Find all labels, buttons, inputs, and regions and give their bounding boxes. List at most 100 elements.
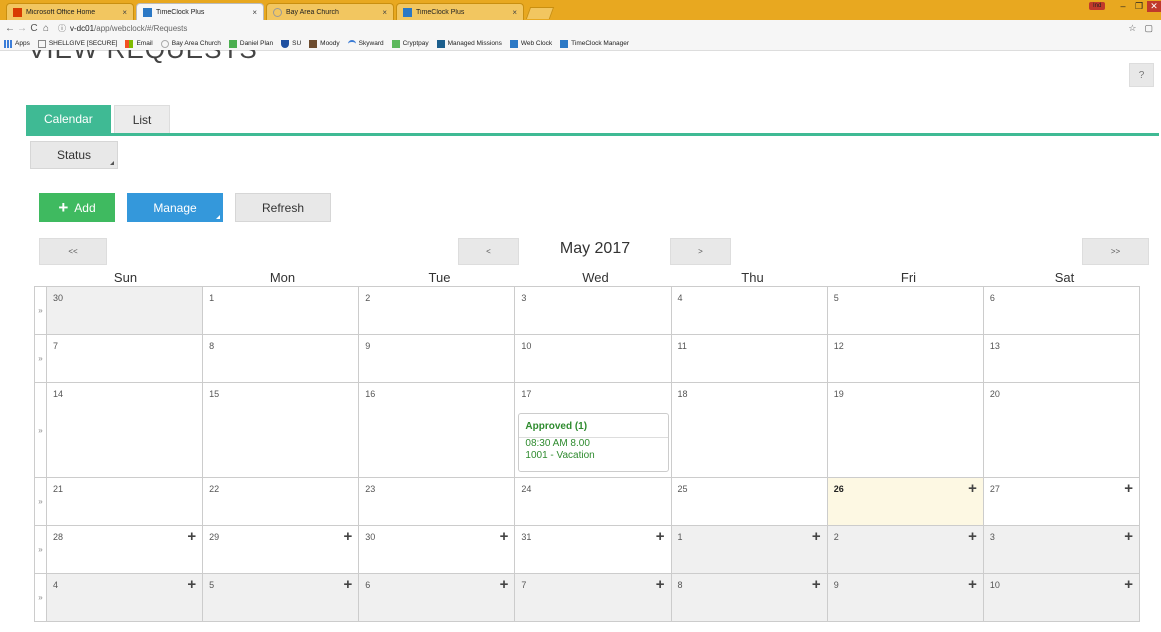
add-button[interactable]: + Add (39, 193, 115, 222)
tab-list[interactable]: List (113, 105, 171, 133)
bookmark-item[interactable]: TimeClock Manager (560, 39, 629, 48)
add-request-plus-icon[interactable]: + (656, 529, 665, 544)
add-request-plus-icon[interactable]: + (812, 529, 821, 544)
window-close-icon[interactable]: ✕ (1147, 0, 1161, 12)
calendar-day[interactable]: 3 + (983, 526, 1140, 573)
back-icon[interactable]: ← (4, 23, 16, 34)
calendar-day[interactable]: 6 + (359, 574, 516, 621)
calendar-day[interactable]: 20 (984, 383, 1140, 477)
add-request-plus-icon[interactable]: + (344, 577, 353, 592)
browser-tab-active[interactable]: TimeClock Plus × (136, 3, 264, 20)
next-month-button[interactable]: > (670, 238, 731, 265)
browser-tab[interactable]: TimeClock Plus × (396, 3, 524, 20)
bookmark-item[interactable]: Email (125, 39, 153, 48)
bookmark-item[interactable]: Daniel Plan (228, 39, 273, 48)
add-request-plus-icon[interactable]: + (656, 577, 665, 592)
user-badge[interactable]: Ind (1089, 2, 1105, 10)
browser-tab[interactable]: Bay Area Church × (266, 3, 394, 20)
calendar-day[interactable]: 14 (47, 383, 204, 477)
add-request-plus-icon[interactable]: + (812, 577, 821, 592)
refresh-button[interactable]: Refresh (235, 193, 331, 222)
calendar-day[interactable]: 1 + (671, 526, 828, 573)
week-expander[interactable]: » (35, 335, 47, 382)
status-filter-button[interactable]: Status (30, 141, 118, 169)
calendar-day[interactable]: 1 (203, 287, 360, 334)
calendar-day[interactable]: 8 + (671, 574, 828, 621)
calendar-day[interactable]: 2 + (827, 526, 984, 573)
calendar-day[interactable]: 4 + (46, 574, 204, 621)
url-field[interactable]: ⓘ v-dc01 /app/webclock/#/Requests (58, 23, 1128, 34)
new-tab-button[interactable] (525, 7, 555, 19)
calendar-day[interactable]: 28 + (47, 526, 204, 573)
calendar-day[interactable]: 8 (203, 335, 360, 382)
calendar-day[interactable]: 13 (984, 335, 1140, 382)
calendar-day[interactable]: 23 (359, 478, 516, 525)
browser-tab[interactable]: Microsoft Office Home × (6, 3, 134, 20)
home-icon[interactable]: ⌂ (40, 23, 52, 34)
calendar-day[interactable]: 7 (47, 335, 204, 382)
add-request-plus-icon[interactable]: + (968, 577, 977, 592)
close-icon[interactable]: × (122, 8, 127, 17)
calendar-day[interactable]: 4 (672, 287, 828, 334)
bookmark-item[interactable]: Bay Area Church (160, 39, 221, 48)
week-expander[interactable]: » (35, 287, 47, 334)
week-expander[interactable]: » (35, 574, 47, 621)
close-icon[interactable]: × (512, 8, 517, 17)
calendar-day[interactable]: 21 (47, 478, 204, 525)
add-request-plus-icon[interactable]: + (1124, 481, 1133, 496)
add-request-plus-icon[interactable]: + (344, 529, 353, 544)
reload-icon[interactable]: C (28, 23, 40, 34)
calendar-day[interactable]: 9 + (827, 574, 984, 621)
bookmark-item[interactable]: Web Clock (509, 39, 552, 48)
request-event-card[interactable]: Approved (1) 08:30 AM 8.00 1001 - Vacati… (518, 413, 670, 472)
week-expander[interactable]: » (35, 526, 47, 573)
help-button[interactable]: ? (1129, 63, 1154, 87)
calendar-day[interactable]: 24 (515, 478, 672, 525)
calendar-day[interactable]: 12 (828, 335, 984, 382)
calendar-day[interactable]: 11 (672, 335, 828, 382)
calendar-day[interactable]: 19 (828, 383, 984, 477)
bookmark-item[interactable]: Moody (309, 39, 340, 48)
calendar-day[interactable]: 5 (828, 287, 984, 334)
forward-icon[interactable]: → (16, 23, 28, 34)
calendar-day[interactable]: 22 (203, 478, 360, 525)
close-icon[interactable]: × (252, 8, 257, 17)
bookmark-item[interactable]: SHELLGIVE [SECURE] (37, 39, 117, 48)
calendar-day[interactable]: 10 + (983, 574, 1140, 621)
calendar-day[interactable]: 18 (672, 383, 828, 477)
manage-button[interactable]: Manage (127, 193, 223, 222)
calendar-day[interactable]: 9 (359, 335, 516, 382)
calendar-day[interactable]: 31 + (515, 526, 672, 573)
add-request-plus-icon[interactable]: + (187, 529, 196, 544)
calendar-day[interactable]: 15 (203, 383, 360, 477)
add-request-plus-icon[interactable]: + (1124, 529, 1133, 544)
add-request-plus-icon[interactable]: + (968, 529, 977, 544)
close-icon[interactable]: × (382, 8, 387, 17)
calendar-day[interactable]: 7 + (515, 574, 672, 621)
week-expander[interactable]: » (35, 383, 47, 477)
next-year-button[interactable]: >> (1082, 238, 1149, 265)
add-request-plus-icon[interactable]: + (500, 577, 509, 592)
calendar-day[interactable]: 25 (672, 478, 828, 525)
week-expander[interactable]: » (35, 478, 47, 525)
calendar-day[interactable]: 3 (515, 287, 672, 334)
calendar-day[interactable]: 10 (515, 335, 672, 382)
prev-month-button[interactable]: < (458, 238, 519, 265)
calendar-day-today[interactable]: 26 + (827, 478, 984, 525)
bookmark-item[interactable]: Cryptpay (391, 39, 429, 48)
info-icon[interactable]: ⓘ (58, 23, 66, 34)
calendar-day[interactable]: 29 + (203, 526, 360, 573)
extension-icon[interactable]: ▢ (1144, 23, 1153, 34)
tab-calendar[interactable]: Calendar (26, 105, 111, 133)
star-icon[interactable]: ☆ (1128, 23, 1136, 34)
minimize-icon[interactable]: – (1115, 1, 1131, 11)
bookmark-item[interactable]: Skyward (347, 39, 384, 48)
calendar-day[interactable]: 5 + (203, 574, 360, 621)
calendar-day[interactable]: 30 + (359, 526, 516, 573)
calendar-day[interactable]: 30 (46, 287, 204, 334)
prev-year-button[interactable]: << (39, 238, 107, 265)
bookmark-item[interactable]: Managed Missions (436, 39, 502, 48)
add-request-plus-icon[interactable]: + (968, 481, 977, 496)
add-request-plus-icon[interactable]: + (500, 529, 509, 544)
calendar-day[interactable]: 2 (359, 287, 516, 334)
